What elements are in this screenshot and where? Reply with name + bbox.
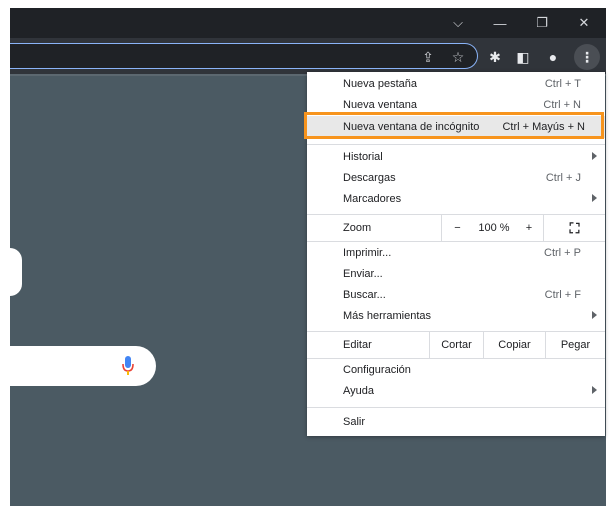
menu-item-more-tools[interactable]: Más herramientas (307, 306, 605, 327)
share-icon[interactable]: ⇪ (420, 49, 436, 65)
fullscreen-button[interactable]: ⛶ (543, 215, 605, 241)
title-bar: ⌵ — ❐ ✕ (10, 8, 606, 38)
menu-item-label: Nueva ventana (343, 99, 417, 111)
menu-item-print[interactable]: Imprimir... Ctrl + P (307, 243, 605, 264)
minus-icon: − (454, 222, 461, 234)
close-window-button[interactable]: ✕ (564, 8, 604, 38)
menu-item-label: Más herramientas (343, 310, 432, 322)
minimize-button[interactable]: — (480, 8, 520, 38)
fullscreen-icon: ⛶ (569, 219, 580, 236)
paste-label: Pegar (560, 339, 591, 351)
restore-button[interactable]: ❐ (522, 8, 562, 38)
menu-item-label: Marcadores (343, 193, 402, 205)
menu-item-shortcut: Ctrl + F (544, 289, 581, 301)
cut-label: Cortar (441, 339, 472, 351)
profile-avatar-icon[interactable]: ● (542, 46, 564, 68)
zoom-label: Zoom (343, 222, 372, 234)
tab-search-chevron-icon[interactable]: ⌵ (438, 8, 478, 38)
address-bar[interactable]: ⇪ ☆ (10, 43, 478, 69)
menu-item-label: Enviar... (343, 268, 383, 280)
browser-toolbar: ⇪ ☆ ✱ ◧ ● ⋮ (10, 38, 606, 74)
submenu-arrow-icon (592, 386, 597, 394)
menu-item-shortcut: Ctrl + T (544, 78, 581, 90)
chrome-menu-button[interactable]: ⋮ (574, 44, 600, 70)
menu-separator (307, 144, 605, 145)
bookmark-star-icon[interactable]: ☆ (450, 49, 466, 65)
menu-separator (307, 407, 605, 408)
menu-item-label: Salir (343, 416, 366, 428)
cut-button[interactable]: Cortar (429, 332, 483, 358)
zoom-level: 100 % (478, 222, 510, 234)
menu-item-exit[interactable]: Salir (307, 412, 605, 433)
menu-item-history[interactable]: Historial (307, 147, 605, 168)
submenu-arrow-icon (592, 152, 597, 160)
menu-item-help[interactable]: Ayuda (307, 381, 605, 402)
menu-item-shortcut: Ctrl + P (544, 247, 581, 259)
menu-item-settings[interactable]: Configuración (307, 360, 605, 381)
menu-item-label: Configuración (343, 364, 411, 376)
menu-separator (307, 358, 605, 359)
menu-item-send[interactable]: Enviar... (307, 264, 605, 285)
menu-item-find[interactable]: Buscar... Ctrl + F (307, 285, 605, 306)
menu-item-shortcut: Ctrl + J (545, 172, 581, 184)
copy-label: Copiar (498, 339, 531, 351)
menu-item-downloads[interactable]: Descargas Ctrl + J (307, 168, 605, 189)
submenu-arrow-icon (592, 311, 597, 319)
edit-label: Editar (343, 339, 372, 351)
zoom-out-button[interactable]: − (441, 215, 473, 241)
paste-button[interactable]: Pegar (545, 332, 605, 358)
menu-item-label: Ayuda (343, 385, 374, 397)
plus-icon: + (525, 222, 533, 234)
menu-separator (307, 241, 605, 242)
more-vertical-icon: ⋮ (580, 48, 594, 65)
menu-item-label: Imprimir... (343, 247, 392, 259)
side-panel-icon[interactable]: ◧ (512, 46, 534, 68)
menu-row-zoom: Zoom − 100 % + ⛶ (307, 215, 605, 241)
copy-button[interactable]: Copiar (483, 332, 545, 358)
submenu-arrow-icon (592, 194, 597, 202)
menu-item-label: Historial (343, 151, 383, 163)
menu-item-label: Descargas (343, 172, 396, 184)
google-search-box[interactable] (10, 346, 156, 386)
extensions-icon[interactable]: ✱ (484, 46, 506, 68)
zoom-in-button[interactable]: + (515, 215, 543, 241)
google-logo-fragment (10, 248, 22, 296)
microphone-icon[interactable] (122, 356, 134, 376)
menu-row-edit: Editar Cortar Copiar Pegar (307, 332, 605, 358)
menu-item-bookmarks[interactable]: Marcadores (307, 189, 605, 210)
menu-item-label: Buscar... (343, 289, 386, 301)
menu-item-new-tab[interactable]: Nueva pestaña Ctrl + T (307, 74, 605, 95)
menu-item-shortcut: Ctrl + N (543, 99, 581, 111)
menu-item-label: Nueva pestaña (343, 78, 417, 90)
incognito-highlight-annotation (304, 112, 604, 139)
